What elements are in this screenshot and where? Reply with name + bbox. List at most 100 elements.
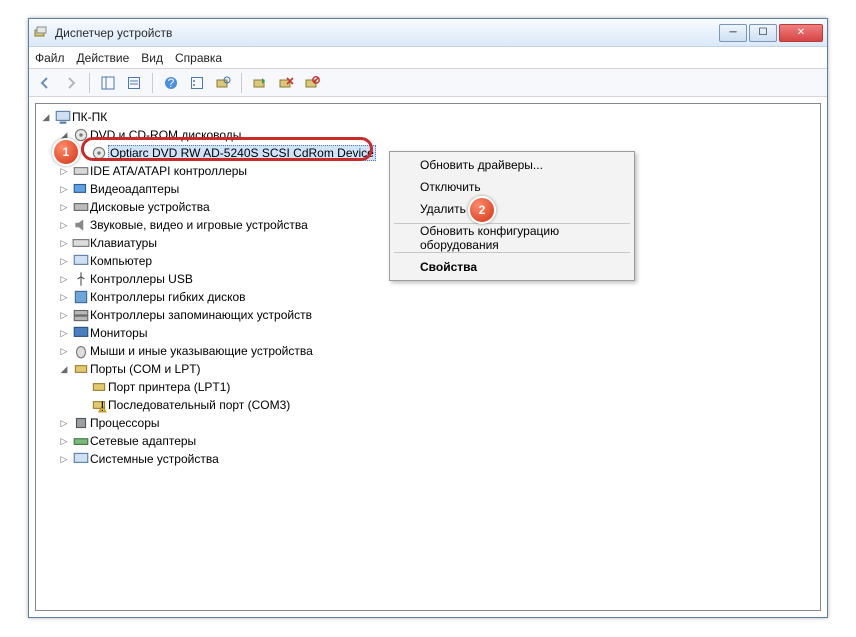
context-menu: Обновить драйверы... Отключить Удалить О… bbox=[389, 151, 635, 281]
tree-label: Мыши и иные указывающие устройства bbox=[90, 344, 313, 358]
menu-file[interactable]: Файл bbox=[35, 51, 65, 65]
cpu-icon bbox=[72, 415, 90, 431]
back-button[interactable] bbox=[33, 72, 57, 94]
display-adapter-icon bbox=[72, 181, 90, 197]
disable-device-button[interactable] bbox=[300, 72, 324, 94]
ctx-label: Обновить драйверы... bbox=[420, 158, 543, 172]
expand-icon[interactable]: ▷ bbox=[56, 328, 72, 339]
expand-icon[interactable]: ▷ bbox=[56, 436, 72, 447]
usb-icon bbox=[72, 271, 90, 287]
expand-icon[interactable]: ▷ bbox=[56, 220, 72, 231]
ctx-update-drivers[interactable]: Обновить драйверы... bbox=[392, 154, 632, 176]
forward-button[interactable] bbox=[59, 72, 83, 94]
tree-label: Порт принтера (LPT1) bbox=[108, 380, 230, 394]
toolbar-separator bbox=[241, 73, 242, 93]
menu-action[interactable]: Действие bbox=[77, 51, 130, 65]
tree-printer-port[interactable]: Порт принтера (LPT1) bbox=[38, 378, 818, 396]
ctx-properties[interactable]: Свойства bbox=[392, 256, 632, 278]
ctx-rescan[interactable]: Обновить конфигурацию оборудования bbox=[392, 227, 632, 249]
collapse-icon[interactable]: ◢ bbox=[56, 130, 72, 141]
expand-icon[interactable]: ▷ bbox=[56, 202, 72, 213]
tree-label: IDE ATA/ATAPI контроллеры bbox=[90, 164, 247, 178]
expand-icon[interactable]: ▷ bbox=[56, 256, 72, 267]
menu-help[interactable]: Справка bbox=[175, 51, 222, 65]
tree-label: Звуковые, видео и игровые устройства bbox=[90, 218, 308, 232]
collapse-icon[interactable]: ◢ bbox=[38, 112, 54, 123]
tree-monitors[interactable]: ▷ Мониторы bbox=[38, 324, 818, 342]
window-title: Диспетчер устройств bbox=[55, 26, 719, 40]
show-hide-console-tree-button[interactable] bbox=[96, 72, 120, 94]
port-icon bbox=[90, 379, 108, 395]
uninstall-device-button[interactable] bbox=[274, 72, 298, 94]
tree-ports[interactable]: ◢ Порты (COM и LPT) bbox=[38, 360, 818, 378]
tree-label: Последовательный порт (COM3) bbox=[108, 398, 290, 412]
expand-icon[interactable]: ▷ bbox=[56, 454, 72, 465]
toolbar-separator bbox=[89, 73, 90, 93]
tree-dvd-group[interactable]: ◢ DVD и CD-ROM дисководы bbox=[38, 126, 818, 144]
ctx-label: Обновить конфигурацию оборудования bbox=[420, 224, 614, 252]
tree-label: Процессоры bbox=[90, 416, 160, 430]
scan-hardware-button[interactable] bbox=[211, 72, 235, 94]
collapse-icon[interactable]: ◢ bbox=[56, 364, 72, 375]
tree-label: Компьютер bbox=[90, 254, 152, 268]
menu-view[interactable]: Вид bbox=[141, 51, 163, 65]
system-icon bbox=[72, 451, 90, 467]
optical-drive-icon bbox=[90, 145, 108, 161]
network-icon bbox=[72, 433, 90, 449]
tree-mice[interactable]: ▷ Мыши и иные указывающие устройства bbox=[38, 342, 818, 360]
storage-icon bbox=[72, 307, 90, 323]
close-button[interactable]: ✕ bbox=[779, 24, 823, 42]
tree-serial-port[interactable]: ! Последовательный порт (COM3) bbox=[38, 396, 818, 414]
floppy-icon bbox=[72, 289, 90, 305]
tree-label: Системные устройства bbox=[90, 452, 219, 466]
tree-label: Сетевые адаптеры bbox=[90, 434, 196, 448]
properties-button[interactable] bbox=[122, 72, 146, 94]
tree-net[interactable]: ▷ Сетевые адаптеры bbox=[38, 432, 818, 450]
help-button[interactable]: ? bbox=[159, 72, 183, 94]
toolbar: ? bbox=[29, 69, 827, 97]
expand-icon[interactable]: ▷ bbox=[56, 238, 72, 249]
device-manager-window: Диспетчер устройств ─ ☐ ✕ Файл Действие … bbox=[28, 18, 828, 618]
tree-sys[interactable]: ▷ Системные устройства bbox=[38, 450, 818, 468]
audio-icon bbox=[72, 217, 90, 233]
toolbar-separator bbox=[152, 73, 153, 93]
expand-icon[interactable]: ▷ bbox=[56, 166, 72, 177]
tree-root[interactable]: ◢ ПК-ПК bbox=[38, 108, 818, 126]
port-icon bbox=[72, 361, 90, 377]
maximize-button[interactable]: ☐ bbox=[749, 24, 777, 42]
update-driver-button[interactable] bbox=[248, 72, 272, 94]
tree-label: Порты (COM и LPT) bbox=[90, 362, 201, 376]
tree-storage[interactable]: ▷ Контроллеры запоминающих устройств bbox=[38, 306, 818, 324]
expand-icon[interactable]: ▷ bbox=[56, 292, 72, 303]
tree-label: Дисковые устройства bbox=[90, 200, 210, 214]
expand-icon[interactable]: ▷ bbox=[56, 418, 72, 429]
titlebar: Диспетчер устройств ─ ☐ ✕ bbox=[29, 19, 827, 47]
monitor-icon bbox=[72, 325, 90, 341]
tree-label-selected: Optiarc DVD RW AD-5240S SCSI CdRom Devic… bbox=[108, 145, 376, 161]
expand-icon[interactable]: ▷ bbox=[56, 184, 72, 195]
ctx-separator bbox=[394, 252, 630, 253]
tree-floppy[interactable]: ▷ Контроллеры гибких дисков bbox=[38, 288, 818, 306]
expand-icon[interactable]: ▷ bbox=[56, 274, 72, 285]
app-icon bbox=[33, 25, 49, 41]
ide-icon bbox=[72, 163, 90, 179]
tree-cpu[interactable]: ▷ Процессоры bbox=[38, 414, 818, 432]
properties-sheet-button[interactable] bbox=[185, 72, 209, 94]
keyboard-icon bbox=[72, 235, 90, 251]
tree-label: Клавиатуры bbox=[90, 236, 157, 250]
optical-drive-icon bbox=[72, 127, 90, 143]
ctx-disable[interactable]: Отключить bbox=[392, 176, 632, 198]
ctx-label: Удалить bbox=[420, 202, 466, 216]
tree-label: Видеоадаптеры bbox=[90, 182, 179, 196]
expand-icon[interactable]: ▷ bbox=[56, 310, 72, 321]
menubar: Файл Действие Вид Справка bbox=[29, 47, 827, 69]
tree-label: DVD и CD-ROM дисководы bbox=[90, 128, 241, 142]
computer-icon bbox=[54, 109, 72, 125]
ctx-delete[interactable]: Удалить bbox=[392, 198, 632, 220]
expand-icon[interactable]: ▷ bbox=[56, 346, 72, 357]
svg-text:!: ! bbox=[100, 399, 104, 414]
svg-text:?: ? bbox=[168, 76, 175, 90]
ctx-label: Свойства bbox=[420, 260, 477, 274]
mouse-icon bbox=[72, 343, 90, 359]
minimize-button[interactable]: ─ bbox=[719, 24, 747, 42]
